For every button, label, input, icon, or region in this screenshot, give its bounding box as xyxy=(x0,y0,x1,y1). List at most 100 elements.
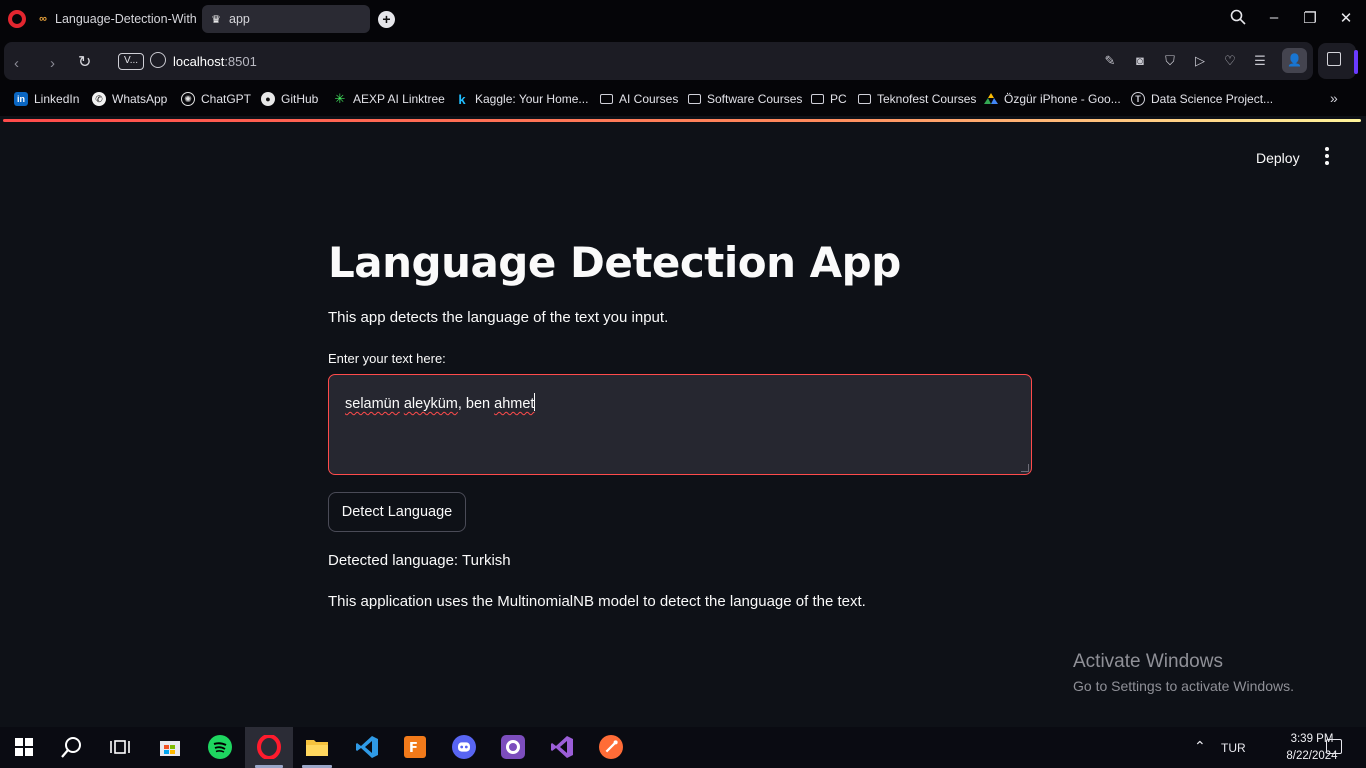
resize-handle[interactable] xyxy=(1021,464,1029,472)
reload-icon[interactable]: ↻ xyxy=(78,52,91,72)
bookmark-label: ChatGPT xyxy=(201,92,252,106)
bookmark-google-drive[interactable]: Özgür iPhone - Goo... xyxy=(984,92,1121,106)
bookmark-data-science[interactable]: T Data Science Project... xyxy=(1131,92,1273,106)
activate-windows-watermark: Activate Windows Go to Settings to activ… xyxy=(1073,651,1294,694)
url-port: :8501 xyxy=(224,54,257,69)
file-explorer-icon[interactable] xyxy=(305,735,329,759)
watermark-title: Activate Windows xyxy=(1073,651,1223,672)
infinity-icon: ∞ xyxy=(39,13,47,25)
bookmark-label: AEXP AI Linktree xyxy=(353,92,445,106)
detected-language-result: Detected language: Turkish xyxy=(328,552,511,569)
folder-icon xyxy=(600,94,613,104)
bookmark-label: AI Courses xyxy=(619,92,679,106)
tab-app[interactable]: ♛ app xyxy=(202,5,370,33)
detect-language-button[interactable]: Detect Language xyxy=(328,492,466,532)
model-info-note: This application uses the MultinomialNB … xyxy=(328,593,866,610)
spotify-icon[interactable] xyxy=(208,735,232,759)
bookmark-teknofest-courses[interactable]: Teknofest Courses xyxy=(858,92,976,106)
input-text-segment: , ben xyxy=(457,396,495,412)
snapshot-icon[interactable]: ◙ xyxy=(1132,53,1148,69)
search-icon[interactable] xyxy=(60,735,84,759)
vpn-badge[interactable]: V... xyxy=(118,53,144,70)
main-menu-icon[interactable] xyxy=(1322,147,1332,165)
bookmark-label: Kaggle: Your Home... xyxy=(475,92,589,106)
tab-label: Language-Detection-With xyxy=(55,12,197,26)
whatsapp-icon: ✆ xyxy=(92,92,106,106)
bookmark-label: Özgür iPhone - Goo... xyxy=(1004,92,1121,106)
url-host: localhost xyxy=(173,54,225,69)
visual-studio-icon[interactable] xyxy=(550,735,574,759)
app-description: This app detects the language of the tex… xyxy=(328,309,669,326)
close-icon[interactable]: ✕ xyxy=(1336,9,1356,27)
bookmark-github[interactable]: ● GitHub xyxy=(261,92,318,106)
linkedin-icon: in xyxy=(14,92,28,106)
streamlit-header-decoration xyxy=(3,119,1361,122)
restore-icon[interactable]: ❐ xyxy=(1300,9,1320,27)
deploy-button[interactable]: Deploy xyxy=(1250,148,1306,168)
opera-menu-icon[interactable] xyxy=(8,10,26,28)
misspelled-word: aleyküm xyxy=(403,396,458,412)
bookmark-chatgpt[interactable]: ✺ ChatGPT xyxy=(181,92,251,106)
address-bar: ‹ › ↻ V... localhost:8501 ✎ ◙ ⛉ ▷ ♡ ☰ 👤 xyxy=(4,42,1313,80)
profile-icon[interactable]: 👤 xyxy=(1282,48,1307,73)
postman-icon[interactable] xyxy=(599,735,623,759)
bookmark-ai-courses[interactable]: AI Courses xyxy=(600,92,678,106)
github-desktop-icon[interactable] xyxy=(501,735,525,759)
player-icon[interactable]: ▷ xyxy=(1192,53,1208,69)
bookmark-software-courses[interactable]: Software Courses xyxy=(688,92,802,106)
bookmark-linkedin[interactable]: in LinkedIn xyxy=(14,92,79,106)
discord-icon[interactable] xyxy=(452,735,476,759)
bookmark-linktree[interactable]: ✳ AEXP AI Linktree xyxy=(333,91,445,106)
tab-label: app xyxy=(229,12,250,26)
folder-icon xyxy=(811,94,824,104)
search-tabs-icon[interactable] xyxy=(1228,9,1248,29)
chatgpt-icon: ✺ xyxy=(181,92,195,106)
app-main: Deploy Language Detection App This app d… xyxy=(0,124,1366,727)
easy-setup-icon[interactable]: ☰ xyxy=(1252,53,1268,69)
new-tab-button[interactable]: + xyxy=(378,11,395,28)
watermark-subtitle: Go to Settings to activate Windows. xyxy=(1073,678,1294,694)
site-info-icon[interactable] xyxy=(150,52,166,68)
vscode-icon[interactable] xyxy=(355,735,379,759)
google-drive-icon xyxy=(984,92,998,106)
streamlit-crown-icon: ♛ xyxy=(211,13,221,26)
bookmark-pc[interactable]: PC xyxy=(811,92,847,106)
folder-icon xyxy=(858,94,871,104)
text-input-area[interactable]: selamün aleyküm, ben ahmet xyxy=(328,374,1032,475)
edit-icon[interactable]: ✎ xyxy=(1102,53,1118,69)
github-icon: ● xyxy=(261,92,275,106)
store-icon[interactable] xyxy=(158,735,182,759)
text-caret xyxy=(534,393,536,411)
linktree-icon: ✳ xyxy=(334,91,346,106)
misspelled-word: selamün xyxy=(345,396,400,412)
svg-text:F: F xyxy=(409,741,418,756)
bookmark-kaggle[interactable]: k Kaggle: Your Home... xyxy=(455,92,589,107)
fl-studio-icon[interactable]: F xyxy=(403,735,427,759)
browser-tab-bar: ∞ Language-Detection-With ♛ app + – ❐ ✕ xyxy=(0,0,1366,38)
tab-language-detection[interactable]: ∞ Language-Detection-With xyxy=(34,5,197,33)
heart-icon[interactable]: ♡ xyxy=(1222,53,1238,69)
bookmark-label: LinkedIn xyxy=(34,92,80,106)
sidebar-accent xyxy=(1354,50,1358,74)
site-icon: T xyxy=(1131,92,1145,106)
url-field[interactable]: localhost:8501 xyxy=(173,54,257,69)
more-bookmarks-icon[interactable]: » xyxy=(1330,90,1338,106)
chevron-up-icon[interactable]: ⌃ xyxy=(1194,738,1206,755)
forward-icon[interactable]: › xyxy=(50,55,55,72)
bookmark-whatsapp[interactable]: ✆ WhatsApp xyxy=(92,92,167,106)
back-icon[interactable]: ‹ xyxy=(14,55,19,72)
opera-icon[interactable] xyxy=(257,735,281,759)
minimize-icon[interactable]: – xyxy=(1264,9,1284,26)
input-language-indicator[interactable]: TUR xyxy=(1221,741,1246,755)
misspelled-word: ahmet xyxy=(494,396,535,412)
bookmark-label: GitHub xyxy=(281,92,319,106)
notification-center-icon[interactable] xyxy=(1326,739,1342,754)
start-icon[interactable] xyxy=(12,735,36,759)
task-view-icon[interactable] xyxy=(108,735,132,759)
extensions-icon[interactable] xyxy=(1318,43,1356,79)
shield-icon[interactable]: ⛉ xyxy=(1162,53,1178,69)
folder-icon xyxy=(688,94,701,104)
bookmark-label: Data Science Project... xyxy=(1151,92,1274,106)
text-input-label: Enter your text here: xyxy=(328,351,446,366)
bookmark-label: PC xyxy=(830,92,847,106)
